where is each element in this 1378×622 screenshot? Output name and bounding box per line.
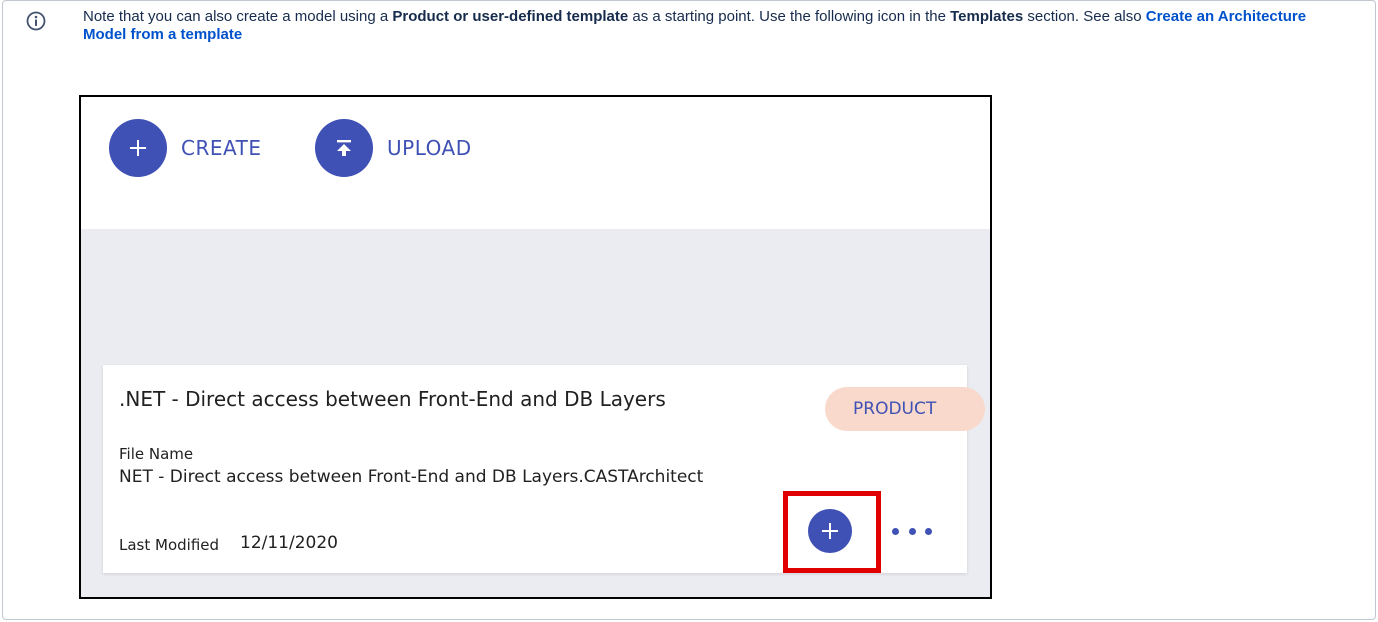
- create-button[interactable]: CREATE: [109, 119, 261, 177]
- more-dot: [925, 527, 932, 535]
- last-modified-label: Last Modified: [119, 536, 220, 554]
- info-panel: Note that you can also create a model us…: [2, 0, 1376, 620]
- file-name-label: File Name: [119, 445, 194, 463]
- template-card[interactable]: .NET - Direct access between Front-End a…: [103, 365, 985, 573]
- file-name-value: NET - Direct access between Front-End an…: [119, 467, 704, 487]
- more-dot: [892, 527, 899, 535]
- product-badge: PRODUCT: [825, 387, 985, 431]
- embedded-screenshot: CREATE UPLOAD .NET - Direct access betwe…: [79, 95, 992, 599]
- upload-label: UPLOAD: [387, 136, 472, 160]
- create-plus-icon: [109, 119, 167, 177]
- last-modified-value: 12/11/2020: [240, 533, 338, 553]
- note-text-3: section. See also: [1023, 8, 1146, 25]
- create-label: CREATE: [181, 136, 262, 160]
- note-bold-templates: Templates: [950, 8, 1024, 25]
- info-note-text: Note that you can also create a model us…: [83, 8, 1353, 44]
- note-text-2: as a starting point. Use the following i…: [628, 8, 951, 25]
- template-card-title: .NET - Direct access between Front-End a…: [119, 387, 666, 411]
- note-bold-product-template: Product or user-defined template: [392, 8, 629, 25]
- upload-icon: [315, 119, 373, 177]
- note-text-1: Note that you can also create a model us…: [83, 8, 393, 25]
- more-options-icon[interactable]: [892, 524, 932, 538]
- red-highlight-box: [783, 491, 881, 573]
- upload-button[interactable]: UPLOAD: [315, 119, 472, 177]
- info-icon: [26, 11, 46, 31]
- more-dot: [908, 527, 916, 535]
